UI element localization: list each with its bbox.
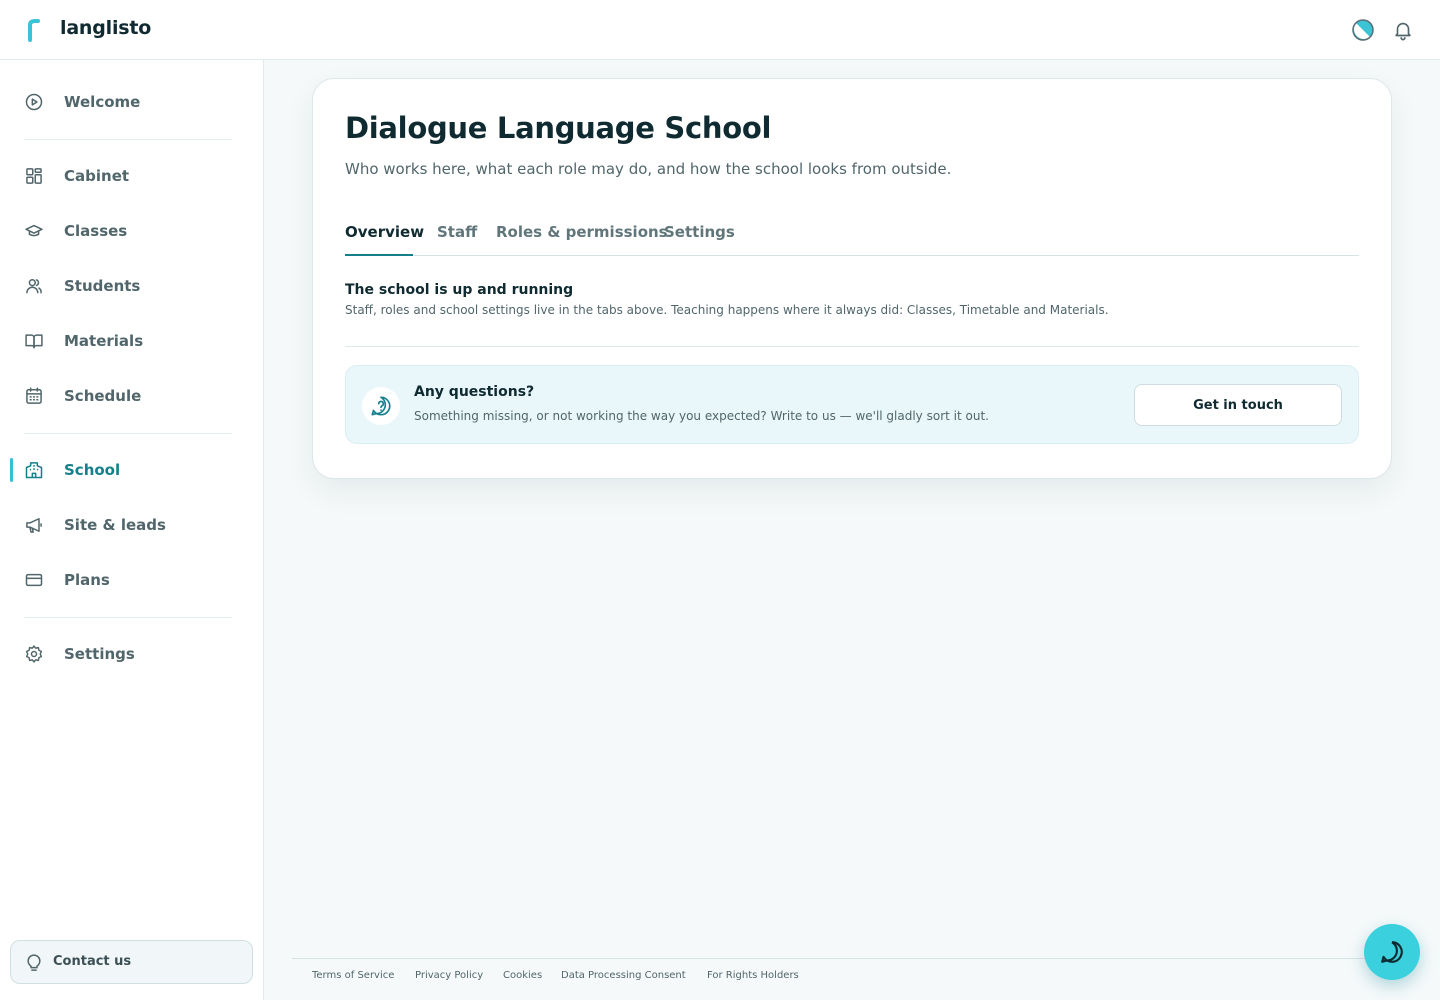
footer-link-data-processing[interactable]: Data Processing Consent: [561, 970, 686, 981]
tab-staff[interactable]: Staff: [437, 223, 477, 241]
sidebar-item-plans[interactable]: Plans: [0, 558, 263, 602]
help-title: Any questions?: [414, 384, 535, 400]
sidebar-divider: [24, 433, 232, 434]
calendar-icon: [26, 387, 42, 404]
contact-us-button[interactable]: Contact us: [10, 940, 253, 984]
sidebar-item-students[interactable]: Students: [0, 264, 263, 308]
footer-link-rights-holders[interactable]: For Rights Holders: [707, 970, 799, 981]
sidebar-item-label: Plans: [64, 571, 110, 589]
sidebar-item-label: Settings: [64, 645, 135, 663]
tab-overview[interactable]: Overview: [345, 223, 424, 241]
section-divider: [345, 346, 1359, 347]
tab-roles-permissions[interactable]: Roles & permissions: [496, 223, 668, 241]
sidebar-divider: [24, 139, 232, 140]
users-icon: [26, 279, 42, 294]
get-in-touch-button[interactable]: Get in touch: [1134, 384, 1342, 426]
footer-link-terms[interactable]: Terms of Service: [312, 970, 394, 981]
sidebar: Welcome Cabinet Classes Students Materia…: [0, 60, 264, 1000]
sidebar-item-school[interactable]: School: [0, 448, 263, 492]
footer-link-cookies[interactable]: Cookies: [503, 970, 542, 981]
brand-name[interactable]: langlisto: [60, 17, 151, 39]
sidebar-divider: [24, 617, 232, 618]
sidebar-item-label: Students: [64, 277, 141, 295]
sidebar-item-label: Site & leads: [64, 516, 166, 534]
sidebar-item-label: Welcome: [64, 93, 141, 111]
school-card: Dialogue Language School Who works here,…: [312, 78, 1392, 479]
credit-card-icon: [25, 573, 43, 587]
sidebar-item-label: Classes: [64, 222, 128, 240]
sidebar-item-label: Materials: [64, 332, 144, 350]
page-subtitle: Who works here, what each role may do, a…: [345, 160, 952, 178]
megaphone-icon: [26, 518, 42, 533]
sidebar-item-cabinet[interactable]: Cabinet: [0, 154, 263, 198]
chat-button[interactable]: [1364, 924, 1420, 980]
help-icon-badge: [362, 387, 400, 425]
book-open-icon: [25, 334, 43, 349]
sidebar-item-settings[interactable]: Settings: [0, 632, 263, 676]
status-text: Staff, roles and school settings live in…: [345, 303, 1109, 317]
help-banner: Any questions? Something missing, or not…: [345, 365, 1359, 444]
contact-us-label: Contact us: [53, 954, 132, 969]
sidebar-item-label: Schedule: [64, 387, 142, 405]
page-title: Dialogue Language School: [345, 111, 772, 145]
sidebar-item-welcome[interactable]: Welcome: [0, 80, 263, 124]
langlisto-logo-icon[interactable]: [26, 18, 42, 42]
bell-icon[interactable]: [1392, 19, 1414, 41]
sidebar-item-materials[interactable]: Materials: [0, 319, 263, 363]
footer-link-privacy[interactable]: Privacy Policy: [415, 970, 483, 981]
sidebar-item-schedule[interactable]: Schedule: [0, 374, 263, 418]
tab-bar: Overview Staff Roles & permissions Setti…: [345, 219, 1359, 256]
footer-divider: [292, 958, 1392, 959]
help-text: Something missing, or not working the wa…: [414, 409, 989, 423]
play-circle-icon: [25, 93, 43, 111]
tab-settings[interactable]: Settings: [664, 223, 735, 241]
lightbulb-icon: [27, 954, 41, 971]
status-title: The school is up and running: [345, 282, 574, 298]
graduation-cap-icon: [25, 224, 43, 237]
active-tab-indicator: [345, 254, 413, 256]
sidebar-item-classes[interactable]: Classes: [0, 209, 263, 253]
school-building-icon: [25, 462, 43, 479]
gear-icon: [25, 645, 43, 663]
top-bar: langlisto: [0, 0, 1440, 60]
sidebar-item-label: Cabinet: [64, 167, 130, 185]
chat-bubble-icon: [1381, 941, 1403, 963]
sidebar-item-label: School: [64, 461, 121, 479]
theme-toggle-icon[interactable]: [1351, 18, 1375, 42]
sidebar-item-site-leads[interactable]: Site & leads: [0, 503, 263, 547]
question-chat-icon: [371, 396, 391, 416]
dashboard-grid-icon: [26, 168, 42, 184]
